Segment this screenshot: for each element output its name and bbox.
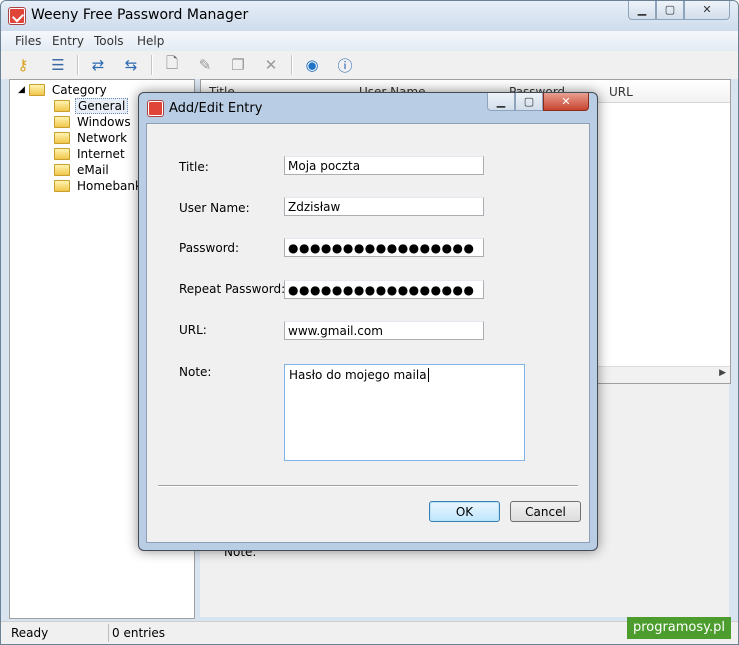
tree-item-label: Network: [77, 131, 128, 145]
cancel-button[interactable]: Cancel: [510, 501, 581, 522]
dialog-title-bar: Add/Edit Entry ▁ ▢ ✕: [139, 93, 597, 123]
maximize-button[interactable]: ▢: [656, 1, 684, 20]
folder-icon: [54, 180, 70, 192]
dialog-maximize-button[interactable]: ▢: [515, 93, 543, 111]
repeat-password-input[interactable]: ●●●●●●●●●●●●●●●●●: [284, 280, 484, 299]
info-icon[interactable]: ⓘ: [334, 54, 356, 76]
password-label: Password:: [179, 241, 240, 255]
edit-entry-icon[interactable]: ✎: [194, 54, 216, 76]
dialog-divider: [158, 485, 578, 487]
tree-item-label: Internet: [77, 147, 125, 161]
repeat-password-label: Repeat Password:: [179, 282, 286, 296]
dialog-app-icon: [148, 101, 163, 116]
url-input[interactable]: www.gmail.com: [284, 321, 484, 340]
maximize-icon: ▢: [523, 94, 535, 108]
tree-item-email[interactable]: eMail: [54, 162, 111, 178]
menu-help[interactable]: Help: [137, 34, 164, 48]
url-label: URL:: [179, 323, 207, 337]
close-icon: ✕: [702, 2, 712, 16]
export-icon[interactable]: ⇆: [120, 54, 142, 76]
maximize-icon: ▢: [664, 2, 676, 16]
add-edit-dialog: Add/Edit Entry ▁ ▢ ✕ Title: Moja poczta …: [138, 92, 598, 551]
collapse-icon[interactable]: ◢: [18, 85, 25, 95]
list-icon[interactable]: ☰: [47, 54, 69, 76]
note-text: Hasło do mojego maila: [289, 368, 427, 382]
title-label: Title:: [179, 160, 209, 174]
tree-item-label: eMail: [77, 163, 109, 177]
note-textarea[interactable]: Hasło do mojego maila: [284, 364, 525, 461]
tree-item-internet[interactable]: Internet: [54, 146, 127, 162]
username-label: User Name:: [179, 201, 250, 215]
close-icon: ✕: [561, 94, 571, 108]
copy-entry-icon[interactable]: ❐: [227, 54, 249, 76]
delete-entry-icon[interactable]: ✕: [260, 54, 282, 76]
app-icon: [9, 8, 25, 24]
tree-root-label: Category: [51, 83, 107, 97]
dialog-close-button[interactable]: ✕: [543, 93, 589, 111]
folder-icon: [54, 132, 70, 144]
dialog-title: Add/Edit Entry: [169, 101, 263, 116]
title-input[interactable]: Moja poczta: [284, 156, 484, 175]
menu-files[interactable]: Files: [15, 34, 41, 48]
new-entry-icon[interactable]: 🗋: [161, 54, 183, 76]
tree-root[interactable]: ◢ Category: [18, 82, 109, 98]
column-url[interactable]: URL: [609, 85, 633, 99]
tree-item-label: General: [75, 98, 129, 114]
watermark: programosy.pl: [626, 617, 731, 639]
folder-icon: [54, 164, 70, 176]
text-cursor: [427, 368, 429, 382]
menu-entry[interactable]: Entry: [52, 34, 84, 48]
minimize-icon: ▁: [637, 2, 647, 16]
dialog-body: Title: Moja poczta User Name: Zdzisław P…: [146, 123, 590, 543]
menu-bar: Files Entry Tools Help: [1, 31, 738, 51]
note-label: Note:: [179, 365, 212, 379]
toolbar: ⚷ ☰ ⇄ ⇆ 🗋 ✎ ❐ ✕ ◉ ⓘ: [1, 51, 738, 79]
tree-item-network[interactable]: Network: [54, 130, 129, 146]
folder-icon: [54, 116, 70, 128]
folder-icon: [54, 100, 70, 112]
entry-count: 0 entries: [112, 626, 166, 640]
minimize-icon: ▁: [496, 94, 506, 108]
username-input[interactable]: Zdzisław: [284, 197, 484, 216]
close-button[interactable]: ✕: [684, 1, 730, 20]
folder-icon: [28, 84, 45, 96]
import-icon[interactable]: ⇄: [87, 54, 109, 76]
key-icon[interactable]: ⚷: [12, 54, 34, 76]
window-title: Weeny Free Password Manager: [31, 7, 249, 23]
folder-icon: [54, 148, 70, 160]
scroll-right-icon[interactable]: ▶: [719, 368, 726, 378]
tree-item-windows[interactable]: Windows: [54, 114, 133, 130]
dialog-minimize-button[interactable]: ▁: [487, 93, 515, 111]
globe-icon[interactable]: ◉: [301, 54, 323, 76]
password-input[interactable]: ●●●●●●●●●●●●●●●●●: [284, 238, 484, 257]
title-bar: Weeny Free Password Manager ▁ ▢ ✕: [1, 1, 738, 31]
menu-tools[interactable]: Tools: [94, 34, 124, 48]
status-text: Ready: [11, 626, 49, 640]
tree-item-general[interactable]: General: [54, 98, 129, 114]
ok-button[interactable]: OK: [429, 501, 500, 522]
tree-item-label: Windows: [77, 115, 131, 129]
minimize-button[interactable]: ▁: [628, 1, 656, 20]
